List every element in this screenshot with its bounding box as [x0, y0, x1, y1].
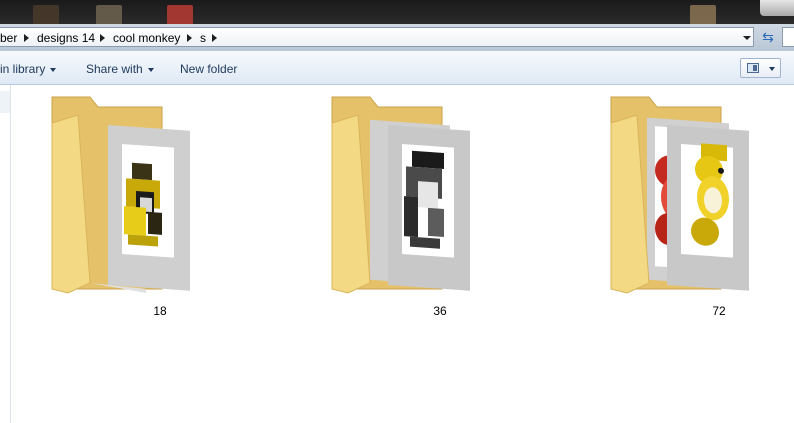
navigation-pane[interactable]	[0, 85, 11, 423]
folder-name[interactable]: 72	[639, 304, 794, 318]
file-list: 18 36 72	[12, 85, 794, 423]
share-with-label: Share with	[86, 62, 143, 76]
breadcrumb-item[interactable]: designs 14	[37, 31, 95, 45]
change-view-button[interactable]	[740, 58, 766, 78]
breadcrumb-item[interactable]: s	[200, 31, 206, 45]
breadcrumb-chevron-icon[interactable]	[212, 34, 217, 42]
breadcrumb-chevron-icon[interactable]	[100, 34, 105, 42]
window-control-button[interactable]	[760, 0, 794, 16]
folder-item[interactable]: 18	[50, 93, 210, 323]
breadcrumb-chevron-icon[interactable]	[187, 34, 192, 42]
command-bar: in library Share with New folder	[0, 51, 794, 85]
new-folder-label: New folder	[180, 62, 238, 76]
chevron-down-icon	[50, 67, 57, 72]
folder-icon	[610, 96, 749, 294]
search-input[interactable]	[782, 27, 794, 47]
breadcrumb-item[interactable]: ber	[0, 31, 17, 45]
view-options-dropdown[interactable]	[765, 58, 781, 78]
folder-icon	[331, 96, 470, 294]
folder-item[interactable]: 36	[330, 93, 490, 323]
taskbar	[0, 0, 794, 25]
address-row: ber designs 14 cool monkey s ⇆	[0, 24, 794, 51]
folder-item[interactable]: 72	[609, 93, 769, 323]
breadcrumb-chevron-icon[interactable]	[24, 34, 29, 42]
address-history-dropdown[interactable]	[739, 31, 753, 45]
folder-icon	[51, 96, 190, 294]
taskbar-thumbnail[interactable]	[690, 5, 716, 25]
chevron-down-icon	[147, 67, 154, 72]
folder-name[interactable]: 18	[80, 304, 240, 318]
new-folder-button[interactable]: New folder	[180, 62, 237, 76]
taskbar-thumbnail[interactable]	[33, 5, 59, 25]
include-in-library-label: in library	[0, 62, 46, 76]
taskbar-thumbnail[interactable]	[167, 5, 193, 25]
preview-pane-icon	[747, 63, 759, 73]
folder-name[interactable]: 36	[360, 304, 520, 318]
address-bar[interactable]: ber designs 14 cool monkey s	[0, 27, 754, 47]
include-in-library-button[interactable]: in library	[0, 62, 57, 76]
taskbar-thumbnail[interactable]	[96, 5, 122, 25]
breadcrumb-item[interactable]: cool monkey	[113, 31, 180, 45]
refresh-icon[interactable]: ⇆	[756, 27, 780, 47]
share-with-button[interactable]: Share with	[86, 62, 154, 76]
